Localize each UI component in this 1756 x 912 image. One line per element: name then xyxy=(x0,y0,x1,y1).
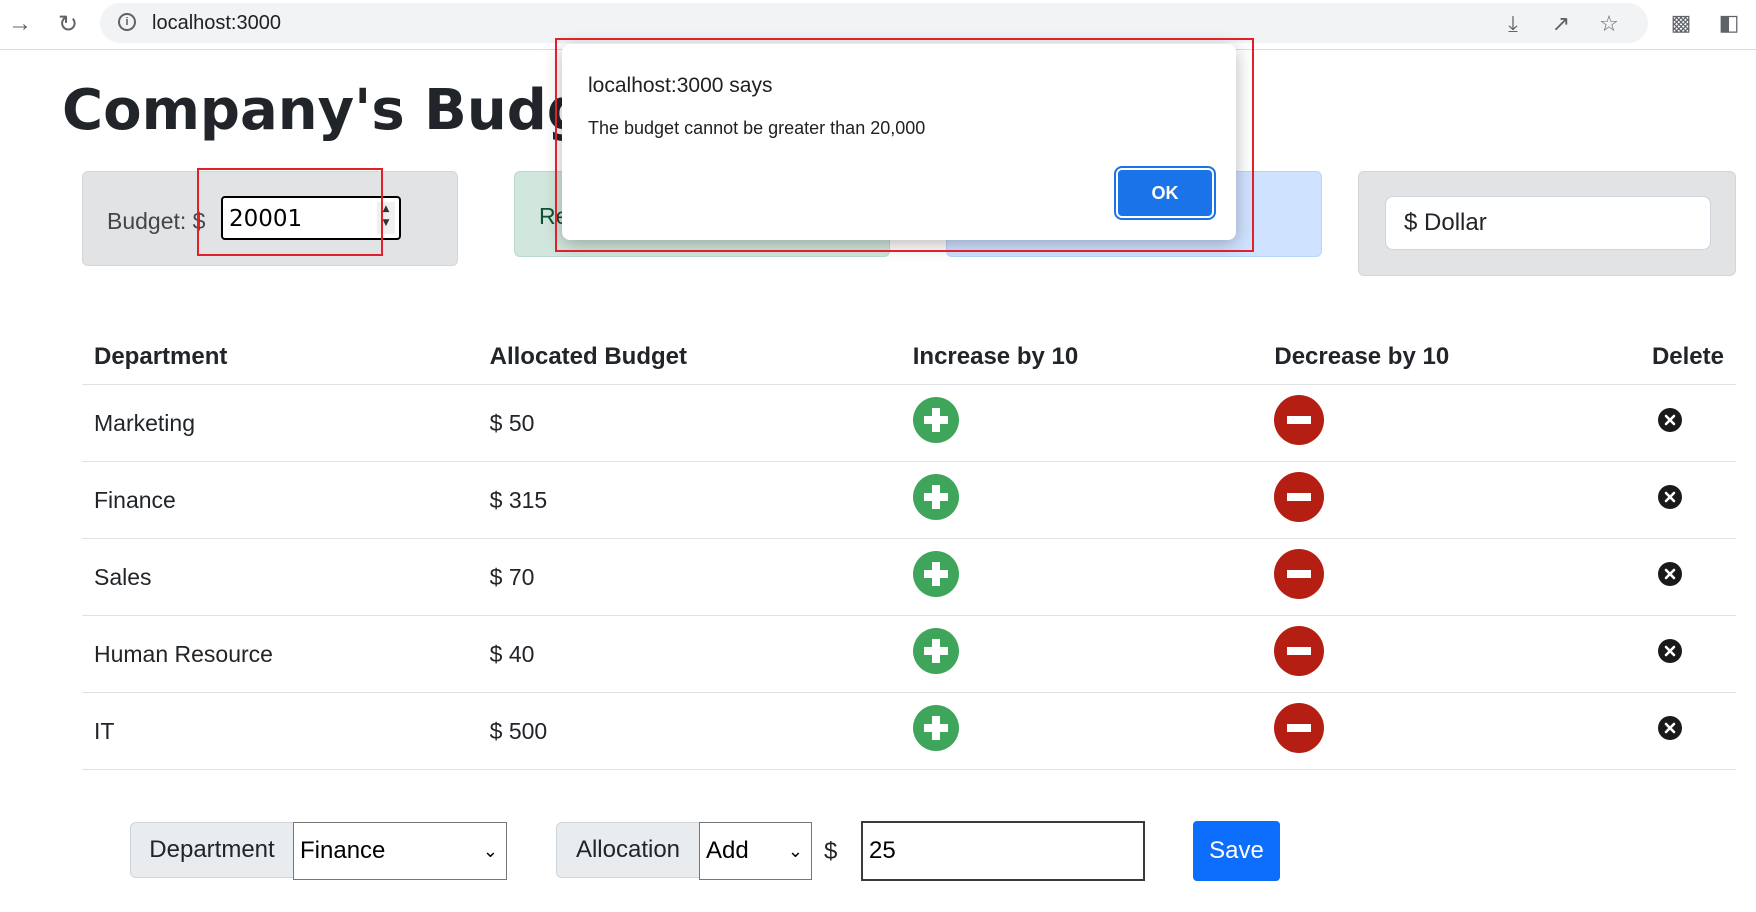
delete-cell xyxy=(1639,538,1736,616)
bookmark-star-icon[interactable]: ☆ xyxy=(1596,11,1622,37)
delete-cell xyxy=(1639,384,1736,462)
allocation-label: Allocation xyxy=(556,822,700,878)
row-department: Finance xyxy=(82,461,478,539)
header-department: Department xyxy=(82,330,478,385)
row-allocated-budget: $ 70 xyxy=(477,538,901,616)
plus-circle-icon[interactable] xyxy=(912,397,959,443)
row-department: Sales xyxy=(82,538,478,616)
header-allocated-budget: Allocated Budget xyxy=(477,330,901,385)
increase-cell xyxy=(900,615,1263,693)
row-allocated-budget: $ 40 xyxy=(477,615,901,693)
row-allocated-budget: $ 315 xyxy=(477,461,901,539)
extensions-icon[interactable]: ▩ xyxy=(1666,8,1696,38)
allocation-select[interactable]: Add ⌄ xyxy=(699,822,812,880)
table-header-row: Department Allocated Budget Increase by … xyxy=(82,330,1736,385)
plus-circle-icon[interactable] xyxy=(912,628,959,674)
delete-x-icon[interactable] xyxy=(1657,639,1682,663)
currency-symbol: $ xyxy=(824,838,838,865)
department-selected-value: Finance xyxy=(300,837,386,864)
row-allocated-budget: $ 500 xyxy=(477,692,901,770)
department-label: Department xyxy=(130,822,294,878)
share-icon[interactable]: ↗ xyxy=(1548,11,1574,37)
plus-circle-icon[interactable] xyxy=(912,474,959,520)
table-row: Finance $ 315 xyxy=(82,461,1736,539)
budget-label: Budget: $ xyxy=(107,208,206,234)
allocation-selected-value: Add xyxy=(706,837,749,864)
expense-table: Department Allocated Budget Increase by … xyxy=(82,330,1736,770)
table-row: Sales $ 70 xyxy=(82,538,1736,616)
forward-icon[interactable]: → xyxy=(4,8,36,40)
delete-cell xyxy=(1639,461,1736,539)
row-department: IT xyxy=(82,692,478,770)
table-row: IT $ 500 xyxy=(82,692,1736,770)
install-icon[interactable]: ⤓ xyxy=(1500,11,1526,37)
reload-icon[interactable]: ↻ xyxy=(52,8,84,40)
row-allocated-budget: $ 50 xyxy=(477,384,901,462)
decrease-cell xyxy=(1262,538,1640,616)
side-panel-icon[interactable]: ◧ xyxy=(1714,8,1744,38)
minus-circle-icon[interactable] xyxy=(1274,549,1325,599)
address-bar[interactable]: i localhost:3000 ⤓ ↗ ☆ xyxy=(100,3,1648,43)
minus-circle-icon[interactable] xyxy=(1274,626,1325,676)
minus-circle-icon[interactable] xyxy=(1274,395,1325,445)
department-select[interactable]: Finance ⌄ xyxy=(293,822,507,880)
header-decrease: Decrease by 10 xyxy=(1262,330,1640,385)
header-delete: Delete xyxy=(1639,330,1736,385)
plus-circle-icon[interactable] xyxy=(912,551,959,597)
currency-card: $ Dollar xyxy=(1358,171,1736,276)
decrease-cell xyxy=(1262,615,1640,693)
dialog-highlight xyxy=(555,38,1254,252)
decrease-cell xyxy=(1262,692,1640,770)
currency-dropdown[interactable]: $ Dollar xyxy=(1385,196,1711,250)
budget-input-highlight xyxy=(197,168,383,256)
plus-circle-icon[interactable] xyxy=(912,705,959,751)
row-department: Human Resource xyxy=(82,615,478,693)
row-department: Marketing xyxy=(82,384,478,462)
increase-cell xyxy=(900,692,1263,770)
chevron-down-icon: ⌄ xyxy=(482,841,498,861)
url-text[interactable]: localhost:3000 xyxy=(152,12,281,35)
table-row: Marketing $ 50 xyxy=(82,384,1736,462)
decrease-cell xyxy=(1262,384,1640,462)
increase-cell xyxy=(900,384,1263,462)
delete-x-icon[interactable] xyxy=(1657,716,1682,740)
delete-x-icon[interactable] xyxy=(1657,562,1682,586)
delete-cell xyxy=(1639,692,1736,770)
delete-x-icon[interactable] xyxy=(1657,485,1682,509)
table-row: Human Resource $ 40 xyxy=(82,615,1736,693)
save-button[interactable]: Save xyxy=(1193,821,1280,881)
chevron-down-icon: ⌄ xyxy=(787,841,803,861)
minus-circle-icon[interactable] xyxy=(1274,703,1325,753)
header-increase: Increase by 10 xyxy=(900,330,1263,385)
delete-cell xyxy=(1639,615,1736,693)
amount-input[interactable]: 25 xyxy=(861,821,1145,881)
increase-cell xyxy=(900,538,1263,616)
minus-circle-icon[interactable] xyxy=(1274,472,1325,522)
decrease-cell xyxy=(1262,461,1640,539)
delete-x-icon[interactable] xyxy=(1657,408,1682,432)
site-info-icon[interactable]: i xyxy=(118,13,136,31)
increase-cell xyxy=(900,461,1263,539)
